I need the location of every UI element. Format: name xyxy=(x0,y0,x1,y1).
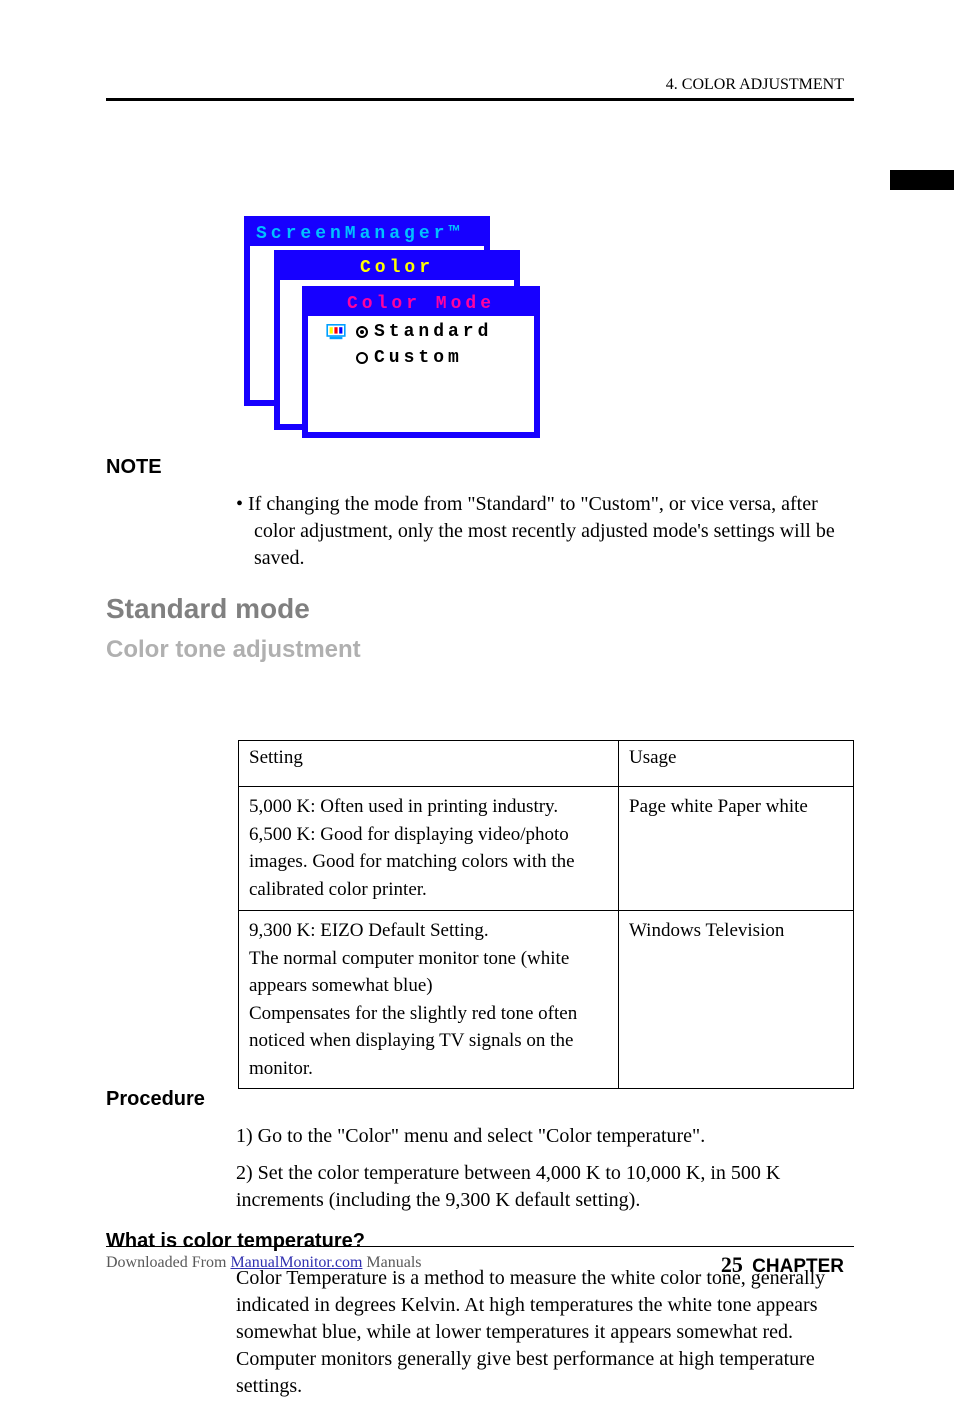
table-cell: 9,300 K: EIZO Default Setting. The norma… xyxy=(239,911,619,1089)
table-cell: Windows Television xyxy=(619,911,854,1089)
osd-title-color-mode: Color Mode xyxy=(308,292,534,316)
color-temperature-table: Setting Usage 5,000 K: Often used in pri… xyxy=(238,740,854,1089)
note-label: NOTE xyxy=(106,456,162,478)
procedure-step-1: 1) Go to the "Color" menu and select "Co… xyxy=(106,1123,854,1150)
table-cell: Page white Paper white xyxy=(619,787,854,911)
osd-option-label: Custom xyxy=(374,348,463,368)
osd-window-color-mode: Color Mode Standard Custom xyxy=(302,286,540,438)
osd-option-custom[interactable]: Custom xyxy=(356,348,534,368)
page-number: 25 xyxy=(721,1252,743,1277)
footer-rule xyxy=(106,1246,854,1247)
procedure-label: Procedure xyxy=(106,1086,854,1113)
footer-page: 25 CHAPTER xyxy=(721,1252,844,1278)
table-header-setting: Setting xyxy=(239,741,619,787)
osd-title-screenmanager: ScreenManager™ xyxy=(250,222,484,246)
table-cell: 5,000 K: Often used in printing industry… xyxy=(239,787,619,911)
note-block: NOTE xyxy=(106,454,854,481)
heading-color-tone: Color tone adjustment xyxy=(106,634,854,666)
header-rule xyxy=(106,98,854,101)
radio-selected-icon xyxy=(356,326,368,338)
color-mode-icon xyxy=(326,324,346,340)
osd-option-label: Standard xyxy=(374,322,492,342)
table-header-usage: Usage xyxy=(619,741,854,787)
osd-option-standard[interactable]: Standard xyxy=(326,322,534,342)
definition-text: Color Temperature is a method to measure… xyxy=(106,1265,854,1400)
thumb-index-bar xyxy=(890,170,954,190)
osd-menu-screenshot: ScreenManager™ Color Color Mode Standard… xyxy=(244,216,540,438)
header-chapter: 4. COLOR ADJUSTMENT xyxy=(666,76,844,94)
procedure-step-2: 2) Set the color temperature between 4,0… xyxy=(106,1160,854,1214)
heading-standard-mode: Standard mode xyxy=(106,590,854,628)
footer-link[interactable]: ManualMonitor.com xyxy=(230,1254,362,1271)
page-label: CHAPTER xyxy=(752,1256,844,1277)
radio-unselected-icon xyxy=(356,352,368,364)
note-text: • If changing the mode from "Standard" t… xyxy=(106,491,854,572)
footer-source: Downloaded From ManualMonitor.com Manual… xyxy=(106,1254,422,1272)
osd-title-color: Color xyxy=(280,256,514,280)
